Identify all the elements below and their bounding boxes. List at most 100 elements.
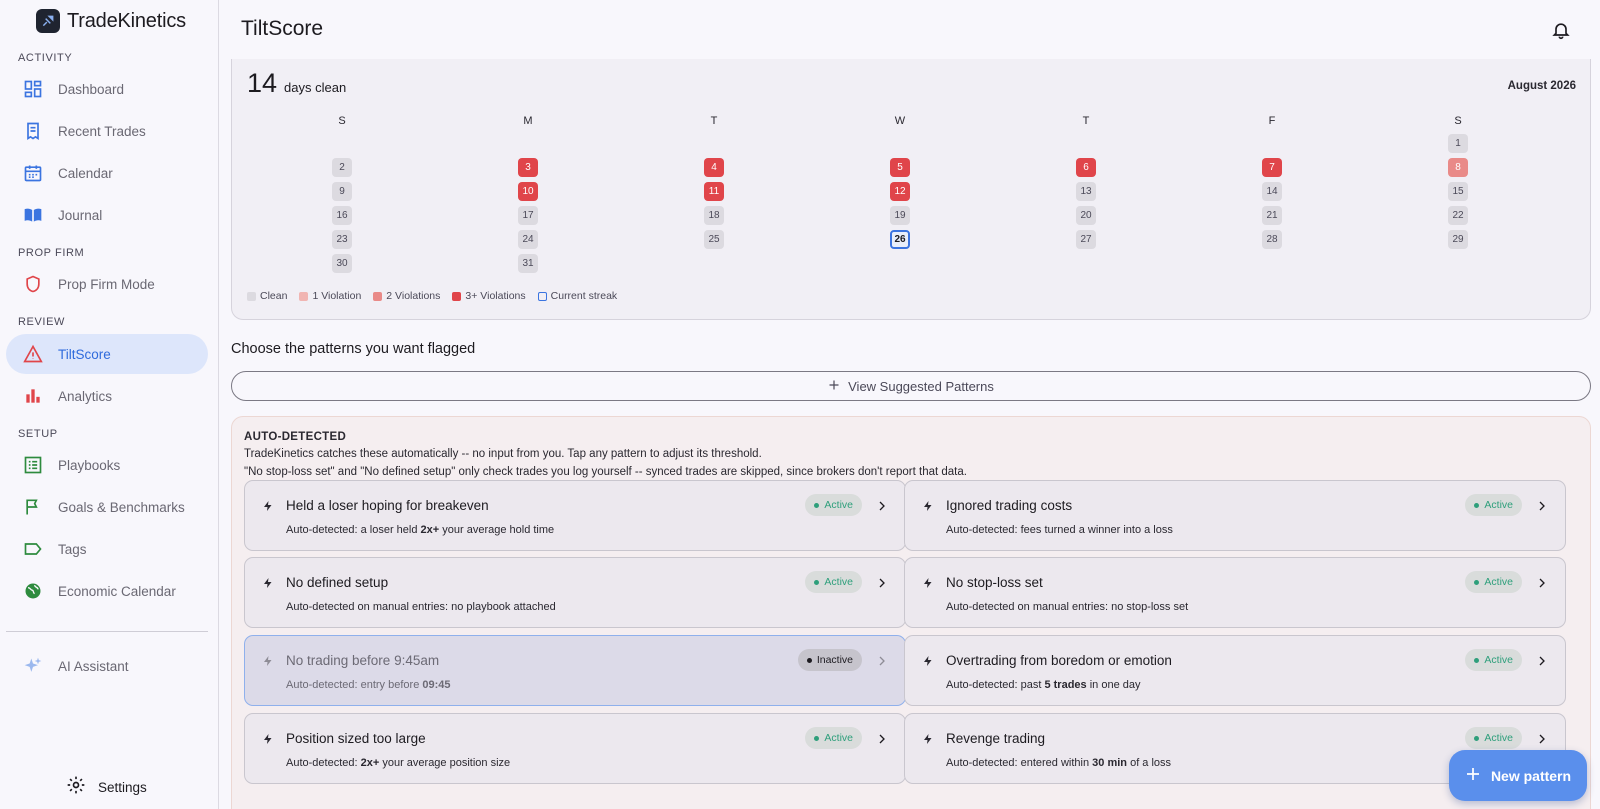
pattern-card[interactable]: No stop-loss set Auto-detected on manual … — [904, 557, 1566, 628]
bolt-icon — [262, 732, 274, 751]
view-suggested-patterns-button[interactable]: View Suggested Patterns — [231, 371, 1591, 401]
pattern-name: Ignored trading costs — [946, 498, 1073, 513]
calendar-day[interactable]: 30 — [332, 254, 352, 273]
status-label: Active — [1484, 576, 1513, 588]
calendar-day[interactable]: 4 — [704, 158, 724, 177]
calendar-day[interactable]: 21 — [1262, 206, 1282, 225]
settings-button[interactable]: Settings — [66, 775, 147, 800]
calendar-day[interactable]: 23 — [332, 230, 352, 249]
sidebar: TradeKinetics ACTIVITY Dashboard Recent … — [0, 0, 219, 809]
sidebar-item-calendar[interactable]: Calendar — [6, 153, 208, 193]
calendar-day[interactable]: 22 — [1448, 206, 1468, 225]
calendar-day[interactable]: 15 — [1448, 182, 1468, 201]
legend-item: 3+ Violations — [452, 290, 526, 302]
calendar-day[interactable]: 25 — [704, 230, 724, 249]
legend-label: 3+ Violations — [465, 290, 526, 302]
calendar-day[interactable]: 17 — [518, 206, 538, 225]
patterns-section-title: Choose the patterns you want flagged — [231, 341, 476, 357]
legend-swatch — [247, 291, 256, 301]
calendar-day[interactable]: 11 — [704, 182, 724, 201]
sidebar-item-dashboard[interactable]: Dashboard — [6, 69, 208, 109]
calendar-day[interactable]: 18 — [704, 206, 724, 225]
calendar-day[interactable]: 14 — [1262, 182, 1282, 201]
calendar-day[interactable]: 8 — [1448, 158, 1468, 177]
bolt-icon — [262, 576, 274, 595]
legend-swatch — [299, 291, 309, 301]
sidebar-item-tiltscore[interactable]: TiltScore — [6, 334, 208, 374]
calendar-day[interactable]: 19 — [890, 206, 910, 225]
sidebar-item-analytics[interactable]: Analytics — [6, 376, 208, 416]
calendar-day[interactable]: 3 — [518, 158, 538, 177]
sidebar-item-recent-trades[interactable]: Recent Trades — [6, 111, 208, 151]
sidebar-item-goals-benchmarks[interactable]: Goals & Benchmarks — [6, 487, 208, 527]
chevron-right-icon — [876, 499, 888, 518]
bar-chart-icon — [22, 385, 44, 407]
pattern-card[interactable]: Overtrading from boredom or emotion Auto-… — [904, 635, 1566, 706]
sidebar-item-ai-assistant[interactable]: AI Assistant — [6, 646, 208, 686]
pattern-desc-text: Auto-detected on manual entries: no stop… — [946, 601, 1189, 613]
calendar-day[interactable]: 13 — [1076, 182, 1096, 201]
calendar-day[interactable]: 6 — [1076, 158, 1096, 177]
pattern-desc-text: Auto-detected on manual entries: no play… — [286, 601, 556, 613]
pattern-desc-text: Auto-detected: entered within — [946, 757, 1093, 769]
status-label: Active — [1484, 732, 1513, 744]
pattern-threshold: 2x+ — [420, 524, 440, 536]
sidebar-item-label: Recent Trades — [58, 123, 146, 139]
chevron-right-icon — [1536, 576, 1548, 595]
calendar-day[interactable]: 28 — [1262, 230, 1282, 249]
sidebar-item-label: TiltScore — [58, 346, 111, 362]
calendar-day[interactable]: 1 — [1448, 134, 1468, 153]
calendar-day[interactable]: 29 — [1448, 230, 1468, 249]
calendar-day[interactable]: 24 — [518, 230, 538, 249]
pattern-name: Revenge trading — [946, 731, 1046, 746]
pattern-threshold: 5 trades — [1044, 679, 1087, 691]
bolt-icon — [922, 654, 934, 673]
gear-icon — [66, 775, 86, 800]
pattern-desc-text: Auto-detected: past — [946, 679, 1045, 691]
streak-text: days clean — [284, 80, 347, 95]
notifications-button[interactable] — [1551, 20, 1571, 45]
pattern-desc-suffix: of a loss — [1127, 757, 1172, 769]
status-label: Active — [824, 499, 853, 511]
pattern-desc-text: Auto-detected: — [286, 757, 361, 769]
sidebar-item-prop-firm-mode[interactable]: Prop Firm Mode — [6, 264, 208, 304]
sidebar-item-playbooks[interactable]: Playbooks — [6, 445, 208, 485]
auto-detected-description: TradeKinetics catches these automaticall… — [244, 448, 762, 460]
calendar-day[interactable]: 12 — [890, 182, 910, 201]
calendar-day[interactable]: 5 — [890, 158, 910, 177]
sidebar-item-journal[interactable]: Journal — [6, 195, 208, 235]
pattern-description: Auto-detected: entered within 30 min of … — [946, 757, 1171, 769]
pattern-card[interactable]: No defined setup Auto-detected on manual … — [244, 557, 906, 628]
sparkle-icon — [22, 655, 44, 677]
bolt-icon — [922, 732, 934, 751]
brand[interactable]: TradeKinetics — [36, 8, 186, 34]
new-pattern-button[interactable]: New pattern — [1449, 750, 1587, 801]
status-label: Active — [824, 576, 853, 588]
list-icon — [22, 454, 44, 476]
calendar-day[interactable]: 26 — [890, 230, 910, 249]
calendar-day[interactable]: 20 — [1076, 206, 1096, 225]
status-label: Active — [1484, 654, 1513, 666]
sidebar-item-tags[interactable]: Tags — [6, 529, 208, 569]
calendar-day[interactable]: 9 — [332, 182, 352, 201]
bolt-icon — [262, 499, 274, 518]
pattern-threshold: 09:45 — [422, 679, 451, 691]
calendar-day[interactable]: 7 — [1262, 158, 1282, 177]
sidebar-item-economic-calendar[interactable]: Economic Calendar — [6, 571, 208, 611]
calendar-day[interactable]: 31 — [518, 254, 538, 273]
status-badge: Active — [1465, 649, 1522, 671]
status-dot — [1474, 735, 1480, 741]
shield-icon — [22, 273, 44, 295]
pattern-card[interactable]: Ignored trading costs Auto-detected: fees… — [904, 480, 1566, 551]
pattern-card[interactable]: Position sized too large Auto-detected: 2… — [244, 713, 906, 784]
streak-calendar-card: 14 days clean August 2026 SMTWTFS1234567… — [231, 59, 1591, 320]
pattern-card[interactable]: Held a loser hoping for breakeven Auto-de… — [244, 480, 906, 551]
pattern-card[interactable]: No trading before 9:45am Auto-detected: e… — [244, 635, 906, 706]
calendar-day[interactable]: 27 — [1076, 230, 1096, 249]
weekday-header: S — [1454, 115, 1462, 127]
book-icon — [22, 204, 44, 226]
calendar-day[interactable]: 16 — [332, 206, 352, 225]
calendar-day[interactable]: 10 — [518, 182, 538, 201]
legend-label: 1 Violation — [312, 290, 362, 302]
calendar-day[interactable]: 2 — [332, 158, 352, 177]
